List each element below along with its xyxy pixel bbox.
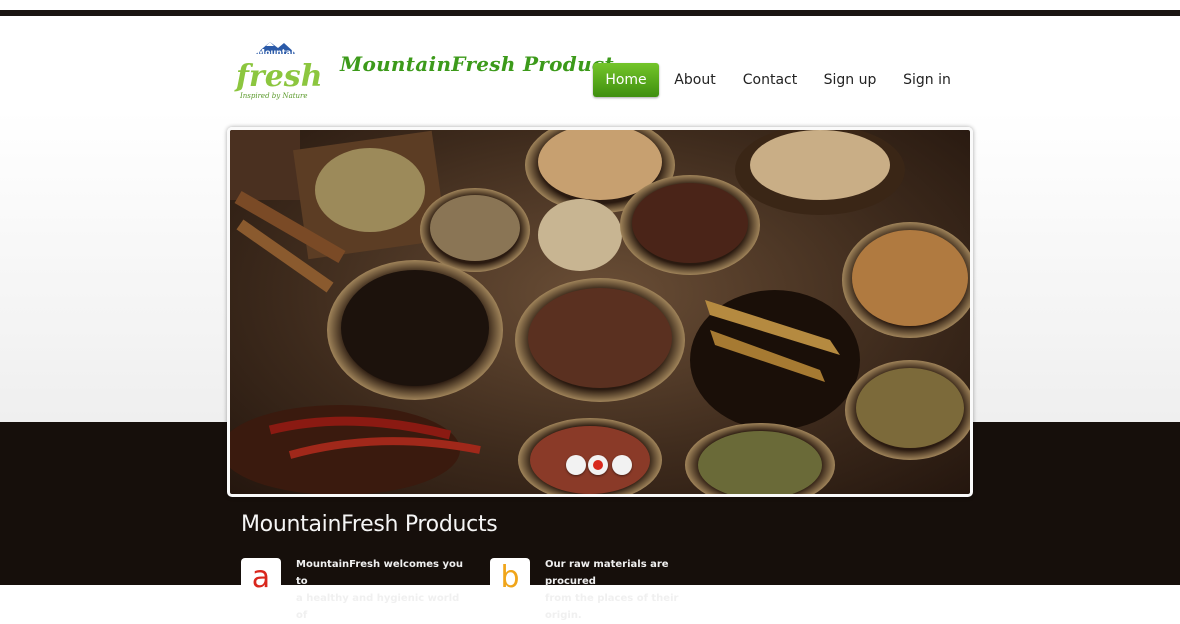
nav-sign-in[interactable]: Sign in [899, 63, 955, 97]
section-title: MountainFresh Products [241, 512, 498, 537]
logo-graphic: Mountain fresh Inspired by Nature [234, 42, 323, 100]
nav-sign-up[interactable]: Sign up [821, 63, 879, 97]
feature-b-text: Our raw materials are procured from the … [545, 556, 715, 624]
logo-main-text: fresh [234, 59, 323, 94]
slider-dot-2[interactable] [588, 455, 608, 475]
spices-photo [230, 130, 970, 494]
brand-logo[interactable]: Mountain fresh Inspired by Nature [234, 38, 329, 100]
feature-a-icon: a [241, 558, 281, 598]
nav-contact[interactable]: Contact [739, 63, 801, 97]
slider-dot-3[interactable] [612, 455, 632, 475]
feature-a-text: MountainFresh welcomes you to a healthy … [296, 556, 466, 624]
image-slider[interactable] [227, 127, 973, 497]
slider-dot-1[interactable] [566, 455, 586, 475]
nav-home[interactable]: Home [593, 63, 659, 97]
logo-tagline: Inspired by Nature [239, 92, 308, 100]
feature-a-line-2: a healthy and hygienic world of [296, 593, 460, 621]
feature-b-line-2: from the places of their origin. [545, 593, 679, 621]
nav-about[interactable]: About [669, 63, 721, 97]
top-bar [0, 10, 1180, 16]
logo-top-text: Mountain [257, 48, 300, 57]
feature-b-icon: b [490, 558, 530, 598]
brand-title: MountainFresh Product [340, 52, 614, 76]
